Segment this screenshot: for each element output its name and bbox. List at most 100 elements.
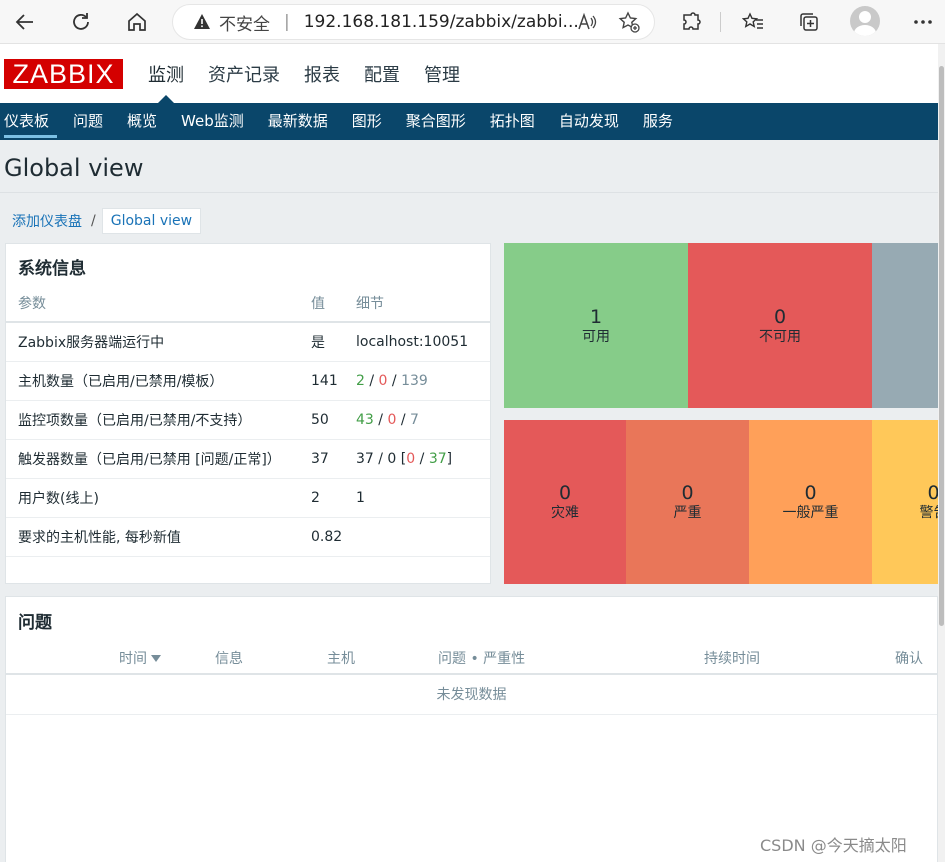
read-aloud-icon[interactable] [576, 11, 598, 33]
subnav-graphs[interactable]: 图形 [340, 103, 394, 140]
breadcrumb-dashboards-link[interactable]: 添加仪表盘 [12, 211, 82, 231]
availability-label: 可用 [582, 328, 610, 345]
hosts-templates: 139 [401, 372, 428, 389]
warning-icon [194, 14, 210, 29]
severity-average[interactable]: 0 一般严重 [749, 420, 872, 584]
severity-warning[interactable]: 0 警告 [872, 420, 938, 584]
severity-label: 灾难 [551, 505, 579, 521]
favorites-icon[interactable] [738, 7, 768, 37]
subnav-latest-data[interactable]: 最新数据 [256, 103, 340, 140]
row-param: Zabbix服务器端运行中 [6, 322, 311, 362]
system-info-table: 参数 值 细节 Zabbix服务器端运行中 是 localhost:10051 … [6, 284, 490, 557]
page-scrollbar[interactable] [938, 44, 945, 862]
nav-configuration[interactable]: 配置 [364, 61, 400, 87]
insecure-label: 不安全 [219, 14, 270, 35]
table-row: 要求的主机性能, 每秒新值 0.82 [6, 517, 490, 557]
items-enabled: 43 [356, 411, 374, 428]
subnav-maps[interactable]: 拓扑图 [478, 103, 547, 140]
browser-toolbar: 不安全 | 192.168.181.159/zabbix/zabbi... [0, 0, 945, 44]
extensions-icon[interactable] [676, 7, 706, 37]
row-detail: 43 / 0 / 7 [356, 400, 490, 440]
title-divider [0, 192, 938, 193]
table-row: 监控项数量（已启用/已禁用/不支持） 50 43 / 0 / 7 [6, 400, 490, 440]
col-host[interactable]: 主机 [327, 648, 355, 668]
availability-unknown[interactable] [872, 243, 938, 408]
problems-widget: 问题 时间 信息 主机 问题 • 严重性 持续时间 确认 未发现数据 [5, 596, 938, 862]
row-param: 触发器数量（已启用/已禁用 [问题/正常]） [6, 439, 311, 479]
nav-monitoring[interactable]: 监测 [148, 61, 184, 87]
refresh-icon[interactable] [66, 7, 96, 37]
row-value: 141 [311, 361, 356, 401]
slash-text: / [415, 450, 429, 467]
address-separator: | [284, 12, 290, 32]
subnav-services[interactable]: 服务 [631, 103, 685, 140]
row-value: 50 [311, 400, 356, 440]
col-ack: 确认 [895, 651, 923, 667]
col-time[interactable]: 时间 [119, 648, 161, 668]
row-value: 是 [311, 322, 356, 362]
address-bar[interactable]: 不安全 | 192.168.181.159/zabbix/zabbi... [172, 4, 655, 40]
row-param: 要求的主机性能, 每秒新值 [6, 517, 311, 557]
availability-count: 1 [589, 305, 603, 328]
scroll-thumb[interactable] [939, 66, 944, 626]
toolbar-divider [720, 12, 721, 32]
subnav-screens[interactable]: 聚合图形 [394, 103, 478, 140]
subnav-dashboard[interactable]: 仪表板 [0, 103, 61, 140]
zabbix-logo[interactable]: ZABBIX [4, 59, 123, 89]
row-detail: localhost:10051 [356, 322, 490, 362]
subnav-overview[interactable]: 概览 [115, 103, 169, 140]
triggers-problem: 0 [406, 450, 416, 467]
nav-administration[interactable]: 管理 [424, 61, 460, 87]
breadcrumb-separator: / [91, 213, 96, 229]
col-duration: 持续时间 [704, 651, 760, 667]
subnav-problems[interactable]: 问题 [61, 103, 115, 140]
severity-count: 0 [927, 482, 938, 504]
home-icon[interactable] [122, 7, 152, 37]
row-detail [356, 517, 490, 557]
subnav-discovery[interactable]: 自动发现 [547, 103, 631, 140]
collections-icon[interactable] [794, 7, 824, 37]
severity-label: 警告 [919, 505, 939, 521]
col-time-label: 时间 [119, 651, 147, 667]
active-nav-indicator [158, 95, 174, 103]
nav-inventory[interactable]: 资产记录 [208, 61, 280, 87]
row-value: 0.82 [311, 517, 356, 557]
severity-label: 严重 [673, 505, 702, 521]
profile-avatar[interactable] [850, 6, 880, 36]
slash-text: / [387, 372, 402, 389]
row-param: 监控项数量（已启用/已禁用/不支持） [6, 400, 311, 440]
breadcrumb-current[interactable]: Global view [101, 208, 202, 234]
url-text[interactable]: 192.168.181.159/zabbix/zabbi... [304, 12, 579, 32]
problems-table-header: 时间 信息 主机 问题 • 严重性 持续时间 确认 [6, 639, 937, 675]
triggers-ok: 37 [428, 450, 447, 467]
col-value: 值 [311, 284, 356, 323]
favorite-add-icon[interactable] [618, 11, 640, 33]
page-title: Global view [4, 154, 144, 182]
col-details: 细节 [356, 284, 490, 323]
severity-count: 0 [681, 482, 694, 504]
row-detail: 1 [356, 478, 490, 518]
row-param: 主机数量（已启用/已禁用/模板） [6, 361, 311, 401]
severity-disaster[interactable]: 0 灾难 [504, 420, 626, 584]
row-detail: 37 / 0 [0 / 37] [356, 439, 490, 479]
system-info-widget: 系统信息 参数 值 细节 Zabbix服务器端运行中 是 localhost:1… [5, 243, 491, 584]
table-header-row: 参数 值 细节 [6, 284, 490, 323]
col-parameter: 参数 [6, 284, 311, 323]
problems-by-severity-widget: 0 灾难 0 严重 0 一般严重 0 警告 [504, 420, 938, 584]
availability-label: 不可用 [759, 328, 801, 345]
subnav-web[interactable]: Web监测 [169, 103, 256, 140]
col-problem-severity[interactable]: 问题 • 严重性 [438, 648, 525, 668]
more-menu-icon[interactable] [908, 7, 938, 37]
availability-unavailable[interactable]: 0 不可用 [688, 243, 872, 408]
zabbix-header: ZABBIX 监测 资产记录 报表 配置 管理 [0, 44, 938, 103]
sub-nav: 仪表板 问题 概览 Web监测 最新数据 图形 聚合图形 拓扑图 自动发现 服务 [0, 103, 938, 140]
availability-available[interactable]: 1 可用 [504, 243, 688, 408]
main-nav: 监测 资产记录 报表 配置 管理 [148, 61, 460, 87]
back-icon[interactable] [10, 7, 40, 37]
row-param: 用户数(线上) [6, 478, 311, 518]
problems-title: 问题 [18, 613, 52, 633]
sort-desc-icon [151, 654, 161, 662]
severity-high[interactable]: 0 严重 [626, 420, 749, 584]
bracket-close: ] [446, 450, 453, 467]
nav-reports[interactable]: 报表 [304, 61, 340, 87]
